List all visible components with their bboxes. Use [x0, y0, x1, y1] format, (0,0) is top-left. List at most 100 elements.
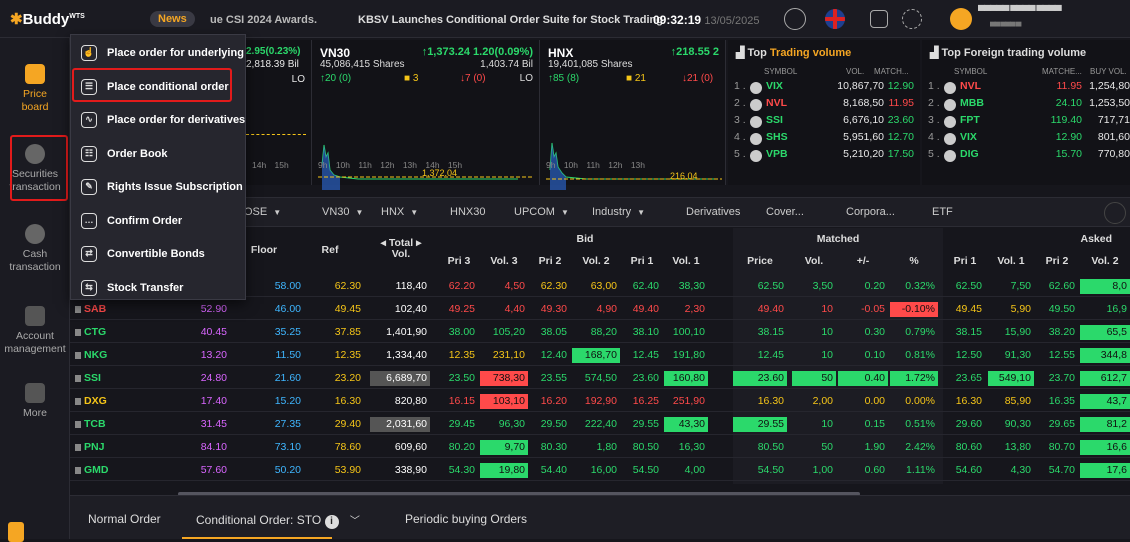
table-row[interactable]: DXG 17.40 15.20 16.30 820,80 16.15 103,10 16.20…	[70, 390, 1130, 412]
tab-industry[interactable]: Industry ▼	[592, 206, 645, 218]
expand-icon[interactable]	[1104, 202, 1126, 224]
list-item[interactable]: 5 . DIG 15.70 770,80	[928, 148, 1130, 165]
col-avol2[interactable]: Vol. 2	[1080, 255, 1130, 267]
cell-p3: 62.20	[448, 280, 475, 292]
list-item[interactable]: 5 . VPB 5,210,20 17.50	[734, 148, 916, 165]
table-row[interactable]: CTG 40.45 35.25 37.85 1,401,90 38.00 105,20 38.…	[70, 321, 1130, 343]
list-item[interactable]: 2 . MBB 24.10 1,253,50	[928, 97, 1130, 114]
avatar[interactable]	[950, 8, 972, 30]
col-ref[interactable]: Ref	[300, 244, 360, 256]
stock-symbol[interactable]: SSI	[70, 371, 130, 386]
tab-hnx[interactable]: HNX ▼	[381, 206, 418, 218]
list-item[interactable]: 1 . NVL 11.95 1,254,80	[928, 80, 1130, 97]
table-row[interactable]: SAB 52.90 46.00 49.45 102,40 49.25 4,40 49.30 4,…	[70, 298, 1130, 320]
chevron-down-icon: ▼	[273, 208, 282, 217]
cell-av1: 5,90	[1010, 303, 1031, 315]
stock-symbol[interactable]: DXG	[70, 394, 130, 409]
tab-vn30[interactable]: VN30 ▼	[322, 206, 363, 218]
table-row[interactable]: GMD 57.60 50.20 53.90 338,90 54.30 19,80 54.40 1…	[70, 459, 1130, 481]
tab-conditional-order[interactable]: Conditional Order: STO i ﹀	[196, 512, 360, 529]
cell-v3: 4,50	[504, 280, 525, 292]
stock-symbol[interactable]: CTG	[70, 325, 130, 340]
tab-cover[interactable]: Cover...	[766, 206, 810, 218]
cell-ceil: 84.10	[200, 441, 227, 453]
col-pri1[interactable]: Pri 1	[622, 255, 662, 267]
col-vol1[interactable]: Vol. 1	[664, 255, 708, 267]
index-lo: LO	[291, 74, 305, 85]
stock-symbol[interactable]: NKG	[70, 348, 130, 363]
collapse-handle[interactable]	[8, 522, 24, 542]
col-apri1[interactable]: Pri 1	[945, 255, 985, 267]
menu-item-label: Convertible Bonds	[107, 248, 205, 260]
sidebar-item-account-management[interactable]: Account management	[0, 306, 70, 356]
uk-flag-icon[interactable]	[825, 9, 845, 29]
transfer-icon: ⇆	[81, 279, 97, 296]
list-item[interactable]: 2 . NVL 8,168,50 11.95	[734, 97, 916, 114]
search-icon[interactable]	[784, 8, 806, 30]
list-item[interactable]: 4 . VIX 12.90 801,60	[928, 131, 1130, 148]
news-ticker-1[interactable]: ue CSI 2024 Awards.	[210, 14, 317, 26]
col-pct[interactable]: %	[890, 255, 938, 267]
gear-icon[interactable]	[902, 9, 922, 29]
cell-total: 6,689,70	[370, 371, 430, 386]
list-item[interactable]: 3 . SSI 6,676,10 23.60	[734, 114, 916, 131]
cell-v3: 96,30	[498, 418, 525, 430]
tab-hnx30[interactable]: HNX30	[450, 206, 491, 218]
index-volume: 45,086,415 Shares	[320, 59, 405, 70]
chevron-down-icon[interactable]: ﹀	[350, 516, 360, 527]
col-vol2[interactable]: Vol. 2	[572, 255, 620, 267]
menu-item[interactable]: ✎ Rights Issue Subscription	[81, 173, 243, 201]
cell-ref: 23.20	[334, 372, 361, 384]
menu-item[interactable]: … Confirm Order	[81, 207, 182, 235]
menu-item[interactable]: ∿ Place order for derivatives	[81, 106, 245, 134]
sidebar-item-more[interactable]: More	[0, 383, 70, 420]
index-panel-1[interactable]: 2.95(0.23%) 2,818.39 Bil LO 14h 15h	[246, 40, 312, 185]
menu-item[interactable]: ☷ Order Book	[81, 140, 168, 168]
stock-symbol[interactable]: GMD	[70, 463, 130, 478]
col-price[interactable]: Price	[733, 255, 787, 267]
list-item[interactable]: 3 . FPT 119.40 717,71	[928, 114, 1130, 131]
index-panel-vn30[interactable]: VN30 ↑1,373.24 1.20(0.09%) 45,086,415 Sh…	[312, 40, 540, 190]
index-up: ↑20 (0)	[320, 73, 352, 84]
tab-etf[interactable]: ETF	[932, 206, 959, 218]
col-chg[interactable]: +/-	[838, 255, 888, 267]
col-vol3[interactable]: Vol. 3	[480, 255, 528, 267]
news-ticker-2[interactable]: KBSV Launches Conditional Order Suite fo…	[358, 14, 663, 26]
cell-v2: 88,20	[590, 326, 617, 338]
table-row[interactable]: PNJ 84.10 73.10 78.60 609,60 80.20 9,70 80.30 1,…	[70, 436, 1130, 458]
index-panel-hnx[interactable]: HNX ↑218.55 2 19,401,085 Shares ↑85 (8) …	[540, 40, 726, 190]
table-row[interactable]: TCB 31.45 27.35 29.40 2,031,60 29.45 96,30 29.5…	[70, 413, 1130, 435]
col-apri2[interactable]: Pri 2	[1036, 255, 1078, 267]
list-item[interactable]: 1 . VIX 10,867,70 12.90	[734, 80, 916, 97]
menu-item[interactable]: ⇆ Stock Transfer	[81, 274, 183, 302]
stock-symbol[interactable]: SAB	[70, 302, 130, 317]
sidebar-item-cash-transaction[interactable]: Cash transaction	[0, 224, 70, 274]
list-item[interactable]: 4 . SHS 5,951,60 12.70	[734, 131, 916, 148]
col-total-vol[interactable]: ◂ Total ▸ Vol.	[376, 238, 426, 260]
col-avol1[interactable]: Vol. 1	[988, 255, 1034, 267]
col-vol[interactable]: Vol.	[792, 255, 836, 267]
tab-derivatives[interactable]: Derivatives	[686, 206, 746, 218]
index-change: ↑218.55 2	[670, 46, 719, 58]
app-logo[interactable]: ✱BuddyWTS	[10, 10, 85, 28]
tab-periodic-buying[interactable]: Periodic buying Orders	[405, 512, 527, 526]
col-pri3[interactable]: Pri 3	[440, 255, 478, 267]
menu-item[interactable]: ☝ Place order for underlying	[81, 39, 244, 67]
tab-upcom[interactable]: UPCOM ▼	[514, 206, 569, 218]
tab-normal-order[interactable]: Normal Order	[88, 512, 161, 526]
col-pri2[interactable]: Pri 2	[530, 255, 570, 267]
stock-symbol[interactable]: PNJ	[70, 440, 130, 455]
menu-item[interactable]: ⇄ Convertible Bonds	[81, 240, 205, 268]
stock-symbol[interactable]: TCB	[70, 417, 130, 432]
wallet-icon[interactable]	[870, 10, 888, 28]
ref-line	[246, 134, 306, 135]
rank-buy-vol: 801,60	[1097, 131, 1130, 143]
table-row[interactable]: NKG 13.20 11.50 12.35 1,334,40 12.35 231,10 12.…	[70, 344, 1130, 366]
cell-v2: 1,80	[596, 441, 617, 453]
info-icon[interactable]: i	[324, 515, 339, 529]
cell-pct: 0.00%	[905, 395, 935, 407]
news-button[interactable]: News	[150, 11, 195, 27]
table-row[interactable]: SSI 24.80 21.60 23.20 6,689,70 23.50 738,30 23.…	[70, 367, 1130, 389]
sidebar-item-price-board[interactable]: Price board	[0, 64, 70, 114]
tab-corpora[interactable]: Corpora...	[846, 206, 901, 218]
